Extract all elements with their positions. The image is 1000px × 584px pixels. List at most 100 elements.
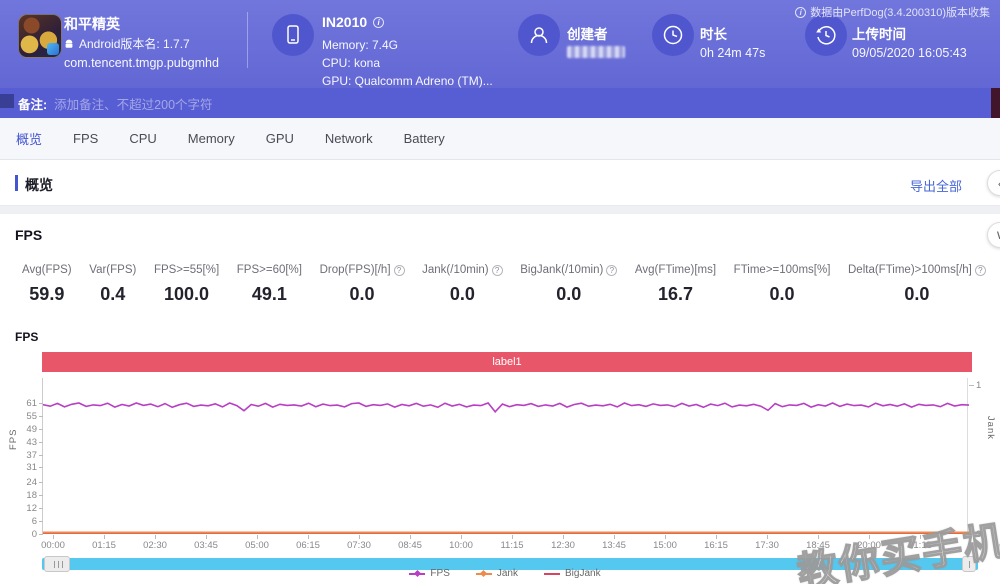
metric-value: 0.0	[520, 284, 617, 305]
app-icon-badge	[47, 43, 59, 55]
app-title: 和平精英	[64, 14, 120, 34]
metric-delta-ftime-100ms-h-: Delta(FTime)>100ms[/h]? 0.0	[844, 264, 990, 305]
help-icon[interactable]: ?	[975, 265, 986, 276]
tab-battery[interactable]: Battery	[404, 131, 445, 146]
x-axis-tick-label: 15:00	[643, 540, 687, 551]
x-axis-tick	[716, 535, 717, 539]
header-divider	[247, 12, 248, 68]
metric-value: 49.1	[237, 284, 302, 305]
y-axis-tick-label: 18	[5, 490, 37, 501]
y-axis-tick-label: 61	[5, 398, 37, 409]
creator-label: 创建者	[567, 23, 608, 43]
x-axis-tick-label: 06:15	[286, 540, 330, 551]
x-axis-tick-label: 05:00	[235, 540, 279, 551]
note-placeholder[interactable]: 添加备注、不超过200个字符	[54, 94, 212, 113]
legend-item-jank[interactable]: Jank	[476, 568, 518, 579]
x-axis-tick	[308, 535, 309, 539]
x-axis-tick	[563, 535, 564, 539]
tab-fps[interactable]: FPS	[73, 131, 98, 146]
creator-name-blurred	[567, 46, 625, 58]
collapse-down-button[interactable]: ∨	[987, 222, 1000, 248]
note-label: 备注:	[18, 94, 47, 113]
info-icon: i	[795, 7, 806, 18]
note-bar-right-block	[991, 88, 1000, 118]
tab-network[interactable]: Network	[325, 131, 373, 146]
x-axis-tick-label: 08:45	[388, 540, 432, 551]
collapse-left-button[interactable]: ‹	[987, 170, 1000, 196]
device-info-icon[interactable]: i	[373, 17, 384, 28]
annotation-band-label: label1	[492, 356, 521, 368]
metric-value: 0.4	[89, 284, 136, 305]
metric-value: 0.0	[320, 284, 405, 305]
x-axis-tick	[206, 535, 207, 539]
tab-memory[interactable]: Memory	[188, 131, 235, 146]
x-axis-tick	[104, 535, 105, 539]
metric-avg-fps-: Avg(FPS)59.9	[18, 264, 76, 305]
legend-marker	[476, 573, 492, 575]
x-axis-tick-label: 00:00	[31, 540, 75, 551]
help-icon[interactable]: ?	[394, 265, 405, 276]
duration-value: 0h 24m 47s	[700, 46, 765, 60]
tab-概览[interactable]: 概览	[16, 129, 42, 148]
device-name: IN2010 i	[322, 14, 384, 30]
y-axis-tick-label: 37	[5, 450, 37, 461]
metric-label: Delta(FTime)>100ms[/h]	[848, 264, 972, 276]
note-bar[interactable]: 备注: 添加备注、不超过200个字符	[0, 88, 1000, 118]
app-package: com.tencent.tmgp.pubgmhd	[64, 56, 219, 70]
upload-time-label: 上传时间	[852, 23, 906, 43]
y-axis-tick-label: 6	[5, 516, 37, 527]
metric-drop-fps-h-: Drop(FPS)[/h]?0.0	[316, 264, 409, 305]
y-axis-tick	[39, 534, 43, 535]
help-icon[interactable]: ?	[492, 265, 503, 276]
metric-label: BigJank(/10min)	[520, 264, 603, 276]
x-axis-tick-label: 03:45	[184, 540, 228, 551]
metric-fps-60-: FPS>=60[%] 49.1	[233, 264, 306, 305]
tab-cpu[interactable]: CPU	[129, 131, 156, 146]
note-bar-corner-block	[0, 94, 14, 108]
metric-label: Jank(/10min)	[422, 264, 488, 276]
metric-value: 0.0	[734, 284, 831, 305]
x-axis-tick-label: 10:00	[439, 540, 483, 551]
legend-label: BigJank	[565, 568, 601, 579]
y-axis-tick-label: 0	[5, 529, 37, 540]
chart-series-svg	[43, 378, 969, 534]
perfdog-report-page: 和平精英 Android版本名: 1.7.7 com.tencent.tmgp.…	[0, 0, 1000, 584]
legend-item-bigjank[interactable]: BigJank	[544, 568, 601, 579]
legend-item-fps[interactable]: FPS	[409, 568, 449, 579]
fps-chart-plot[interactable]: 615549433731241812601000:0001:1502:3003:…	[42, 378, 968, 534]
metric-ftime-100ms-: FTime>=100ms[%] 0.0	[730, 264, 835, 305]
metric-label: FTime>=100ms[%]	[734, 264, 831, 276]
metric-value: 16.7	[635, 284, 716, 305]
fps-panel-title: FPS	[15, 227, 42, 243]
device-name-text: IN2010	[322, 14, 367, 30]
tab-gpu[interactable]: GPU	[266, 131, 294, 146]
source-note-text: 数据由PerfDog(3.4.200310)版本收集	[810, 4, 990, 20]
x-axis-tick-label: 11:15	[490, 540, 534, 551]
x-axis-tick-label: 16:15	[694, 540, 738, 551]
fps-line	[43, 403, 969, 412]
left-axis-title: FPS	[8, 429, 19, 450]
help-icon[interactable]: ?	[606, 265, 617, 276]
upload-time-icon	[805, 14, 847, 56]
metric-bigjank-10min-: BigJank(/10min)? 0.0	[516, 264, 621, 305]
metric-var-fps-: Var(FPS)0.4	[85, 264, 140, 305]
duration-label: 时长	[700, 23, 727, 43]
creator-icon	[518, 14, 560, 56]
x-axis-tick-label: 17:30	[745, 540, 789, 551]
android-version-text: Android版本名: 1.7.7	[79, 35, 190, 52]
x-axis-tick-label: 12:30	[541, 540, 585, 551]
chart-title: FPS	[15, 330, 38, 344]
metric-value: 0.0	[848, 284, 986, 305]
phone-icon	[272, 14, 314, 56]
section-gap	[0, 206, 1000, 214]
y-axis-tick-label: 24	[5, 477, 37, 488]
legend-marker	[544, 573, 560, 575]
x-axis-tick	[461, 535, 462, 539]
device-memory: Memory: 7.4G	[322, 38, 398, 52]
export-all-link[interactable]: 导出全部	[910, 176, 962, 195]
app-android-version: Android版本名: 1.7.7	[64, 35, 190, 52]
x-axis-tick	[53, 535, 54, 539]
y-axis-tick-label: 31	[5, 462, 37, 473]
overview-accent-bar	[15, 175, 18, 191]
metric-label: FPS>=60[%]	[237, 264, 302, 276]
